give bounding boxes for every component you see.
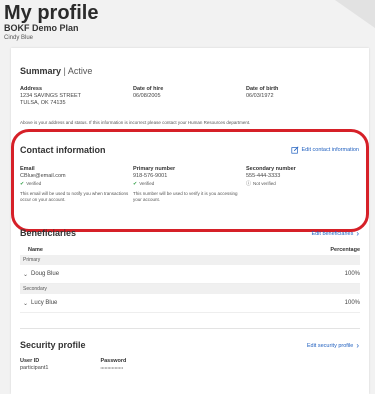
email-note: This email will be used to notify you wh…: [20, 191, 129, 202]
birth-date-label: Date of birth: [246, 86, 279, 92]
primary-number-label: Primary number: [133, 166, 176, 172]
address-field: Address 1234 SAVINGS STREET TULSA, OK 74…: [20, 86, 133, 107]
user-id-label: User ID: [20, 358, 40, 364]
summary-heading: Summary | Active: [20, 66, 92, 76]
address-line2: TULSA, OK 74135: [20, 100, 66, 106]
password-label: Password: [100, 358, 127, 364]
security-title: Security profile: [20, 340, 86, 350]
address-line1: 1234 SAVINGS STREET: [20, 93, 82, 99]
email-value: CBlue@email.com: [20, 173, 66, 179]
birth-date-field: Date of birth 06/03/1972: [246, 86, 359, 107]
birth-date-value: 06/03/1972: [246, 93, 274, 99]
edit-beneficiaries-link[interactable]: Edit beneficiaries ›: [311, 229, 359, 238]
table-row[interactable]: ⌄ Doug Blue 100%: [20, 265, 360, 284]
summary-note: Above is your address and status. If thi…: [20, 120, 251, 125]
chevron-right-icon: ›: [356, 341, 359, 350]
summary-title: Summary: [20, 66, 62, 76]
page-header: My profile BOKF Demo Plan Cindy Blue: [0, 0, 375, 47]
email-label: Email: [20, 166, 35, 172]
address-label: Address: [20, 86, 43, 92]
chevron-down-icon[interactable]: ⌄: [23, 271, 28, 278]
beneficiaries-title: Beneficiaries: [20, 228, 77, 238]
plan-name: BOKF Demo Plan: [4, 23, 79, 33]
col-percentage: Percentage: [330, 247, 360, 253]
primary-number-field: Primary number 918-576-9001 ✔ Verified Th…: [133, 166, 246, 203]
password-field: Password ••••••••••••••••: [100, 358, 126, 372]
primary-status-text: Verified: [139, 181, 155, 186]
profile-card: Summary | Active Address 1234 SAVINGS ST…: [11, 48, 369, 394]
secondary-number-field: Secondary number 555-444-3333 ⓘ Not verif…: [246, 166, 359, 203]
chevron-down-icon[interactable]: ⌄: [23, 300, 28, 307]
chevron-right-icon: ›: [356, 229, 359, 238]
group-label-primary: Primary: [20, 255, 360, 265]
secondary-number-label: Secondary number: [246, 166, 296, 172]
user-id-field: User ID participant1: [20, 358, 48, 372]
user-id-value: participant1: [20, 365, 49, 371]
col-name: Name: [28, 247, 43, 253]
edit-icon: [290, 146, 298, 154]
status-badge: Active: [67, 66, 93, 76]
contact-title: Contact information: [20, 145, 106, 155]
summary-separator: |: [63, 66, 66, 76]
email-status: ✔ Verified: [20, 180, 133, 188]
check-icon: ✔: [20, 181, 25, 187]
hire-date-label: Date of hire: [133, 86, 164, 92]
header-decoration: [335, 0, 375, 28]
edit-contact-link[interactable]: Edit contact information: [290, 146, 359, 154]
secondary-status-text: Not verified: [253, 181, 276, 186]
page-title: My profile: [4, 2, 99, 24]
primary-number-value: 918-576-9001: [133, 173, 168, 179]
edit-security-link[interactable]: Edit security profile ›: [307, 341, 359, 350]
hire-date-value: 06/08/2005: [133, 93, 161, 99]
password-value: ••••••••••••••••: [100, 366, 124, 370]
table-row[interactable]: ⌄ Lucy Blue 100%: [20, 294, 360, 313]
primary-number-note: This number will be used to verify it is…: [133, 191, 238, 202]
edit-contact-label: Edit contact information: [301, 147, 359, 153]
beneficiaries-table: Name Percentage Primary ⌄ Doug Blue 100% …: [20, 245, 360, 313]
email-field: Email CBlue@email.com ✔ Verified This ema…: [20, 166, 133, 203]
edit-security-label: Edit security profile: [306, 342, 354, 349]
secondary-number-status: ⓘ Not verified: [246, 180, 359, 188]
beneficiary-percentage: 100%: [344, 271, 360, 277]
email-status-text: Verified: [26, 181, 42, 186]
beneficiary-name: Lucy Blue: [31, 300, 58, 306]
contact-fields: Email CBlue@email.com ✔ Verified This ema…: [20, 166, 360, 203]
beneficiary-name: Doug Blue: [31, 271, 60, 277]
secondary-number-value: 555-444-3333: [246, 173, 281, 179]
check-icon: ✔: [133, 181, 138, 187]
hire-date-field: Date of hire 06/08/2005: [133, 86, 246, 107]
primary-number-status: ✔ Verified: [133, 180, 246, 188]
group-label-secondary: Secondary: [20, 284, 360, 294]
user-name: Cindy Blue: [4, 35, 34, 41]
table-header: Name Percentage: [20, 245, 360, 255]
security-fields: User ID participant1 Password ••••••••••…: [20, 358, 126, 372]
beneficiary-percentage: 100%: [344, 300, 360, 306]
edit-beneficiaries-label: Edit beneficiaries: [311, 230, 354, 237]
section-divider: [20, 328, 360, 329]
summary-fields: Address 1234 SAVINGS STREET TULSA, OK 74…: [20, 86, 360, 107]
info-icon: ⓘ: [246, 181, 252, 187]
